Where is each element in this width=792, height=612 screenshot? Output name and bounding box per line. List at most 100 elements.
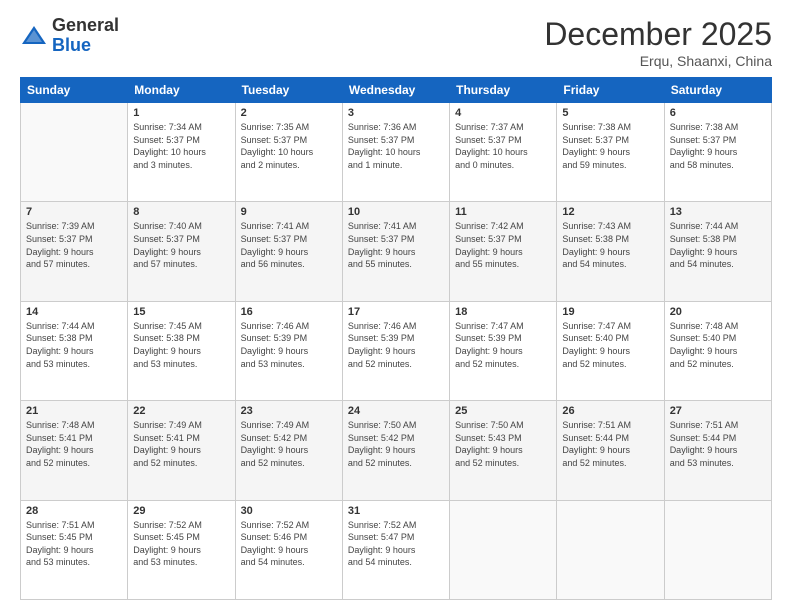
day-number: 2 — [241, 107, 337, 119]
calendar-header-row: Sunday Monday Tuesday Wednesday Thursday… — [21, 78, 772, 103]
day-info: Sunrise: 7:45 AMSunset: 5:38 PMDaylight:… — [133, 320, 229, 370]
day-number: 8 — [133, 206, 229, 218]
col-saturday: Saturday — [664, 78, 771, 103]
location: Erqu, Shaanxi, China — [544, 53, 772, 69]
col-friday: Friday — [557, 78, 664, 103]
table-row: 6Sunrise: 7:38 AMSunset: 5:37 PMDaylight… — [664, 103, 771, 202]
calendar-table: Sunday Monday Tuesday Wednesday Thursday… — [20, 77, 772, 600]
table-row: 11Sunrise: 7:42 AMSunset: 5:37 PMDayligh… — [450, 202, 557, 301]
day-number: 25 — [455, 405, 551, 417]
day-number: 24 — [348, 405, 444, 417]
calendar-week-row: 7Sunrise: 7:39 AMSunset: 5:37 PMDaylight… — [21, 202, 772, 301]
day-number: 22 — [133, 405, 229, 417]
table-row: 13Sunrise: 7:44 AMSunset: 5:38 PMDayligh… — [664, 202, 771, 301]
table-row: 24 Sunrise: 7:50 AMSunset: 5:42 PMDayligh… — [342, 401, 449, 500]
table-row: 16 Sunrise: 7:46 AMSunset: 5:39 PMDayligh… — [235, 301, 342, 400]
month-title: December 2025 — [544, 16, 772, 53]
day-info: Sunrise: 7:40 AMSunset: 5:37 PMDaylight:… — [133, 220, 229, 270]
day-number: 23 — [241, 405, 337, 417]
table-row: 1 Sunrise: 7:34 AMSunset: 5:37 PMDaylight… — [128, 103, 235, 202]
calendar-week-row: 28Sunrise: 7:51 AMSunset: 5:45 PMDayligh… — [21, 500, 772, 599]
day-info: Sunrise: 7:47 AMSunset: 5:40 PMDaylight:… — [562, 320, 658, 370]
col-wednesday: Wednesday — [342, 78, 449, 103]
day-info: Sunrise: 7:49 AMSunset: 5:41 PMDaylight:… — [133, 419, 229, 469]
table-row: 12Sunrise: 7:43 AMSunset: 5:38 PMDayligh… — [557, 202, 664, 301]
day-number: 30 — [241, 505, 337, 517]
day-number: 21 — [26, 405, 122, 417]
day-info: Sunrise: 7:41 AMSunset: 5:37 PMDaylight:… — [348, 220, 444, 270]
table-row: 26 Sunrise: 7:51 AMSunset: 5:44 PMDayligh… — [557, 401, 664, 500]
day-info: Sunrise: 7:48 AMSunset: 5:40 PMDaylight:… — [670, 320, 766, 370]
logo-general: General — [52, 15, 119, 35]
day-number: 4 — [455, 107, 551, 119]
day-info: Sunrise: 7:34 AMSunset: 5:37 PMDaylight:… — [133, 121, 229, 171]
day-info: Sunrise: 7:35 AMSunset: 5:37 PMDaylight:… — [241, 121, 337, 171]
day-info: Sunrise: 7:52 AMSunset: 5:45 PMDaylight:… — [133, 519, 229, 569]
table-row: 17 Sunrise: 7:46 AMSunset: 5:39 PMDayligh… — [342, 301, 449, 400]
day-number: 17 — [348, 306, 444, 318]
table-row: 5 Sunrise: 7:38 AMSunset: 5:37 PMDaylight… — [557, 103, 664, 202]
table-row: 10 Sunrise: 7:41 AMSunset: 5:37 PMDayligh… — [342, 202, 449, 301]
table-row: 9Sunrise: 7:41 AMSunset: 5:37 PMDaylight… — [235, 202, 342, 301]
logo: General Blue — [20, 16, 119, 56]
table-row: 27Sunrise: 7:51 AMSunset: 5:44 PMDayligh… — [664, 401, 771, 500]
day-info: Sunrise: 7:52 AMSunset: 5:47 PMDaylight:… — [348, 519, 444, 569]
day-number: 6 — [670, 107, 766, 119]
day-info: Sunrise: 7:50 AMSunset: 5:43 PMDaylight:… — [455, 419, 551, 469]
logo-blue: Blue — [52, 35, 91, 55]
table-row — [557, 500, 664, 599]
day-info: Sunrise: 7:37 AMSunset: 5:37 PMDaylight:… — [455, 121, 551, 171]
col-tuesday: Tuesday — [235, 78, 342, 103]
calendar-week-row: 21Sunrise: 7:48 AMSunset: 5:41 PMDayligh… — [21, 401, 772, 500]
day-number: 29 — [133, 505, 229, 517]
day-info: Sunrise: 7:46 AMSunset: 5:39 PMDaylight:… — [241, 320, 337, 370]
logo-icon — [20, 22, 48, 50]
table-row: 7Sunrise: 7:39 AMSunset: 5:37 PMDaylight… — [21, 202, 128, 301]
day-info: Sunrise: 7:39 AMSunset: 5:37 PMDaylight:… — [26, 220, 122, 270]
table-row: 23 Sunrise: 7:49 AMSunset: 5:42 PMDayligh… — [235, 401, 342, 500]
day-info: Sunrise: 7:50 AMSunset: 5:42 PMDaylight:… — [348, 419, 444, 469]
day-info: Sunrise: 7:47 AMSunset: 5:39 PMDaylight:… — [455, 320, 551, 370]
table-row: 28Sunrise: 7:51 AMSunset: 5:45 PMDayligh… — [21, 500, 128, 599]
day-number: 1 — [133, 107, 229, 119]
day-info: Sunrise: 7:52 AMSunset: 5:46 PMDaylight:… — [241, 519, 337, 569]
table-row: 30 Sunrise: 7:52 AMSunset: 5:46 PMDayligh… — [235, 500, 342, 599]
table-row: 8 Sunrise: 7:40 AMSunset: 5:37 PMDaylight… — [128, 202, 235, 301]
table-row: 29 Sunrise: 7:52 AMSunset: 5:45 PMDayligh… — [128, 500, 235, 599]
day-info: Sunrise: 7:51 AMSunset: 5:44 PMDaylight:… — [562, 419, 658, 469]
table-row — [21, 103, 128, 202]
logo-text: General Blue — [52, 16, 119, 56]
day-number: 5 — [562, 107, 658, 119]
day-number: 16 — [241, 306, 337, 318]
table-row: 25 Sunrise: 7:50 AMSunset: 5:43 PMDayligh… — [450, 401, 557, 500]
table-row: 21Sunrise: 7:48 AMSunset: 5:41 PMDayligh… — [21, 401, 128, 500]
day-number: 31 — [348, 505, 444, 517]
day-number: 15 — [133, 306, 229, 318]
calendar-week-row: 1 Sunrise: 7:34 AMSunset: 5:37 PMDaylight… — [21, 103, 772, 202]
col-thursday: Thursday — [450, 78, 557, 103]
day-number: 14 — [26, 306, 122, 318]
day-info: Sunrise: 7:46 AMSunset: 5:39 PMDaylight:… — [348, 320, 444, 370]
day-info: Sunrise: 7:36 AMSunset: 5:37 PMDaylight:… — [348, 121, 444, 171]
day-number: 12 — [562, 206, 658, 218]
table-row: 31 Sunrise: 7:52 AMSunset: 5:47 PMDayligh… — [342, 500, 449, 599]
day-number: 26 — [562, 405, 658, 417]
day-number: 28 — [26, 505, 122, 517]
table-row: 3Sunrise: 7:36 AMSunset: 5:37 PMDaylight… — [342, 103, 449, 202]
table-row: 14Sunrise: 7:44 AMSunset: 5:38 PMDayligh… — [21, 301, 128, 400]
page: General Blue December 2025 Erqu, Shaanxi… — [0, 0, 792, 612]
table-row — [664, 500, 771, 599]
col-sunday: Sunday — [21, 78, 128, 103]
day-number: 10 — [348, 206, 444, 218]
table-row: 18Sunrise: 7:47 AMSunset: 5:39 PMDayligh… — [450, 301, 557, 400]
table-row: 2 Sunrise: 7:35 AMSunset: 5:37 PMDaylight… — [235, 103, 342, 202]
day-number: 9 — [241, 206, 337, 218]
table-row: 20Sunrise: 7:48 AMSunset: 5:40 PMDayligh… — [664, 301, 771, 400]
day-info: Sunrise: 7:49 AMSunset: 5:42 PMDaylight:… — [241, 419, 337, 469]
day-number: 19 — [562, 306, 658, 318]
calendar-week-row: 14Sunrise: 7:44 AMSunset: 5:38 PMDayligh… — [21, 301, 772, 400]
table-row: 19 Sunrise: 7:47 AMSunset: 5:40 PMDayligh… — [557, 301, 664, 400]
day-info: Sunrise: 7:38 AMSunset: 5:37 PMDaylight:… — [562, 121, 658, 171]
day-info: Sunrise: 7:44 AMSunset: 5:38 PMDaylight:… — [670, 220, 766, 270]
table-row — [450, 500, 557, 599]
